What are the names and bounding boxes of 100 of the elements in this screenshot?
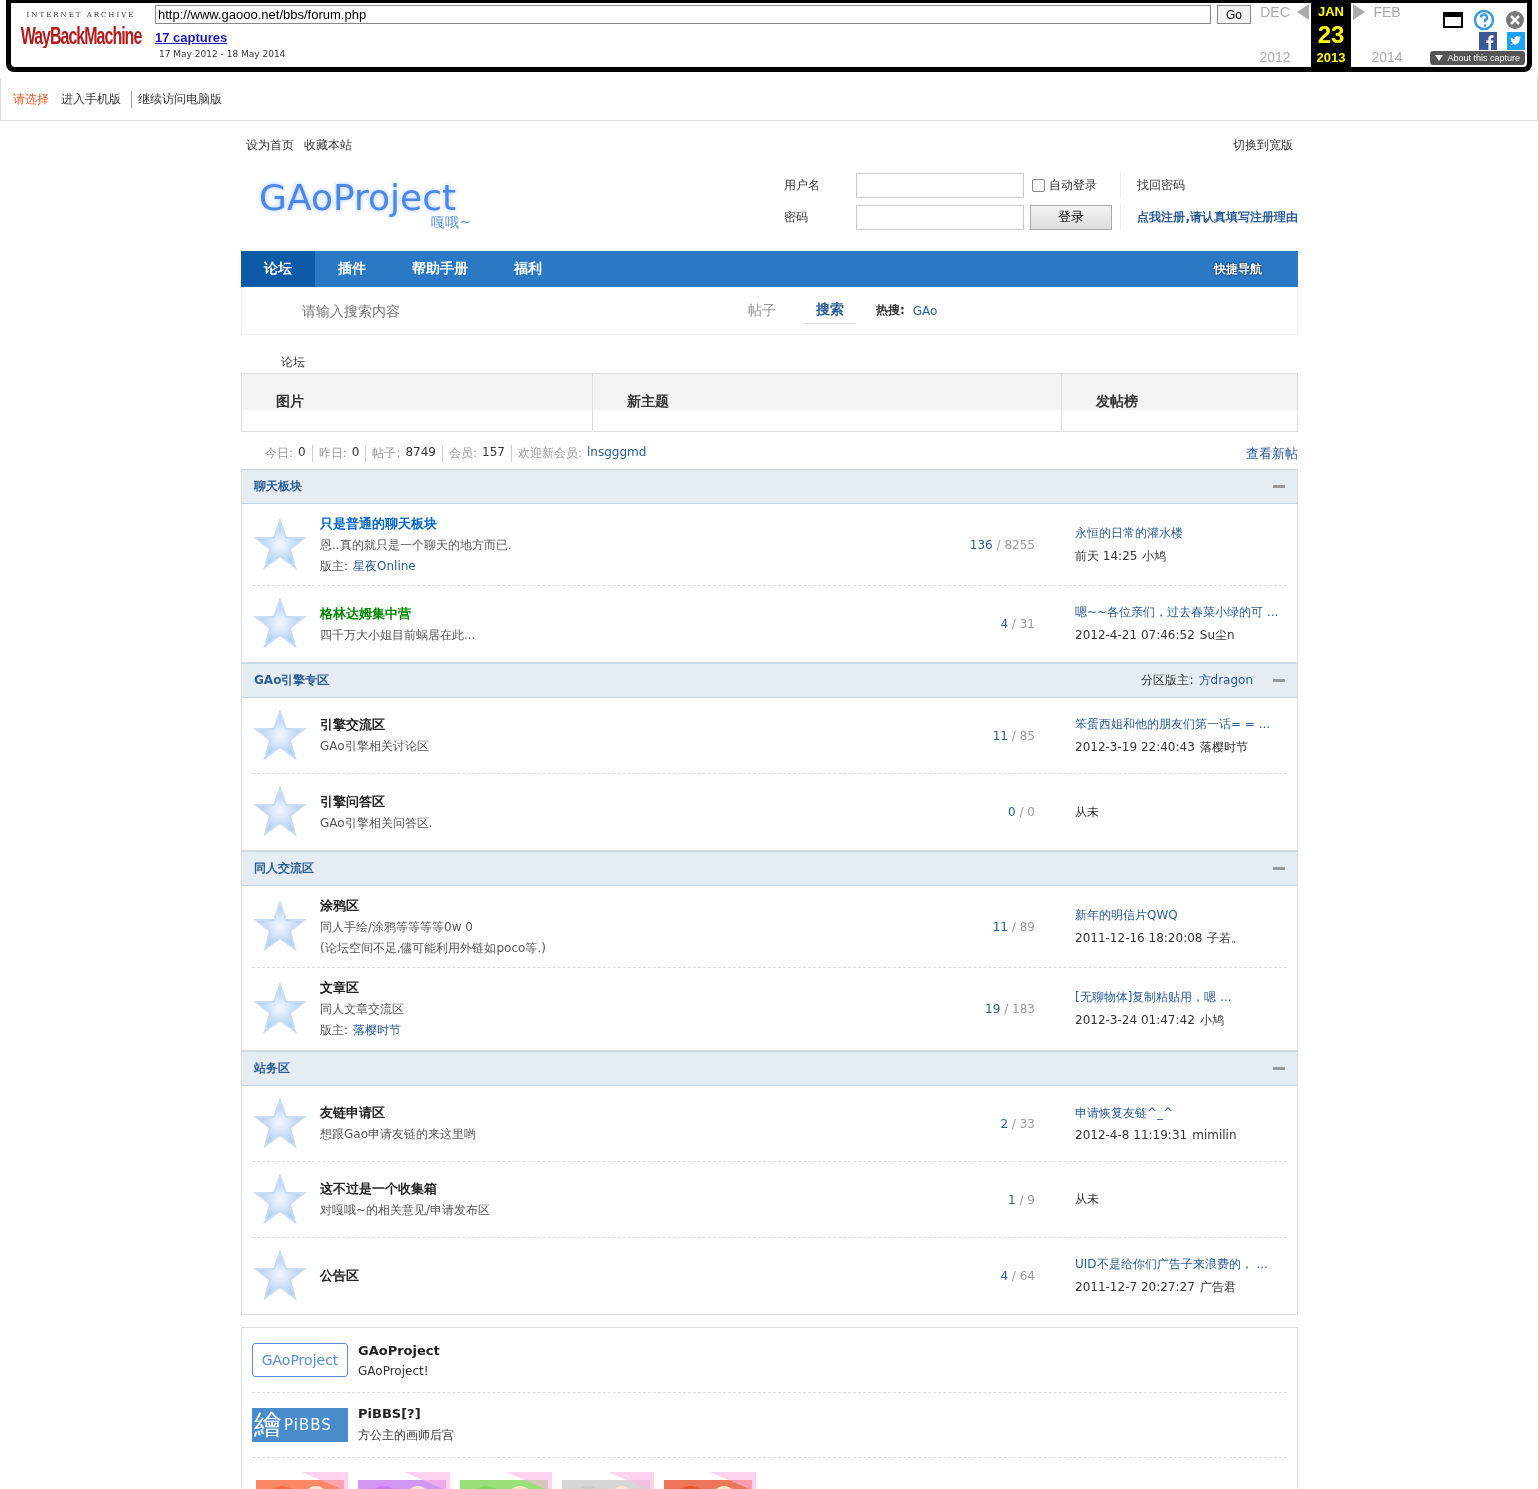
last-post-time: 2012-3-24 01:47:42 [1075, 1013, 1195, 1027]
date-range: 17 May 2012 - 18 May 2014 [159, 49, 287, 59]
panel-header: 新主题 [593, 374, 1062, 431]
star-icon [254, 709, 306, 762]
post-count: / 0 [1019, 805, 1035, 819]
register-link[interactable]: 点我注册,请认真填写注册理由 [1120, 204, 1298, 230]
stat-label: 昨日: [318, 445, 347, 462]
collapse-icon[interactable] [1273, 484, 1285, 489]
forum-description: GAo引擎相关讨论区 [320, 738, 430, 755]
password-label: 密码 [784, 208, 810, 226]
nav-tab[interactable]: 帮助手册 [389, 251, 491, 287]
forum-name[interactable]: 文章区 [320, 979, 915, 997]
top-link[interactable]: 收藏本站 [304, 137, 352, 157]
quick-nav-link[interactable]: 快捷导航 [1214, 251, 1298, 287]
member-link[interactable]: lnsgggmd [586, 445, 647, 462]
last-post-time: 2012-4-21 07:46:52 [1075, 628, 1195, 642]
forum-name[interactable]: 涂鸦区 [320, 896, 915, 915]
forum-name[interactable]: 这不过是一个收集箱 [320, 1180, 915, 1198]
last-post-link[interactable]: 申请恢复友链^_^ [1075, 1105, 1287, 1122]
view-new-link[interactable]: 查看新帖 [1246, 445, 1298, 469]
forum-name[interactable]: 公告区 [320, 1267, 915, 1285]
logo-subtitle: 嘎哦~ [431, 213, 471, 232]
thread-count: 11 [992, 728, 1008, 743]
post-count: / 33 [1011, 1116, 1035, 1131]
moderator-link[interactable]: 方dragon [1198, 672, 1253, 689]
forum-description: 恩..真的就只是一个聊天的地方而已. [320, 536, 513, 554]
facebook-icon[interactable] [1479, 32, 1497, 50]
about-capture-button[interactable]: About this capture [1430, 51, 1525, 65]
star-icon [254, 900, 306, 953]
post-count: / 89 [1011, 919, 1035, 934]
category-title[interactable]: 同人交流区 [254, 860, 314, 877]
hot-search-link[interactable]: GAo [912, 303, 938, 318]
moderator-link[interactable]: 落樱时节 [353, 1022, 402, 1039]
thread-count: 1 [1008, 1192, 1016, 1207]
stat-value: 0 [351, 445, 360, 461]
forum-name[interactable]: 引擎问答区 [320, 792, 915, 811]
last-post-link[interactable]: UID不是给你们广告子来浪费的， ... [1075, 1256, 1287, 1273]
forum-description: (论坛空间不足,儘可能利用外链如poco等.) [320, 939, 547, 957]
category-title[interactable]: GAo引擎专区 [254, 672, 330, 689]
twitter-icon[interactable] [1507, 32, 1525, 50]
nav-tab[interactable]: 论坛 [241, 251, 315, 287]
last-post-user: 小鸠 [1142, 547, 1167, 565]
forum-description: 想跟Gao申请友链的来这里哟 [320, 1126, 477, 1143]
last-post-time: 2012-4-8 11:19:31 [1075, 1128, 1188, 1142]
caret-icon [1435, 55, 1444, 61]
stat-label: 今日: [265, 445, 294, 462]
thread-count: 4 [1000, 617, 1008, 631]
last-post-link[interactable]: 永恒的日常的灌水楼 [1075, 524, 1287, 542]
forgot-password-link[interactable]: 找回密码 [1120, 172, 1298, 198]
category-title[interactable]: 聊天板块 [254, 478, 302, 495]
star-icon [254, 983, 306, 1035]
category-title[interactable]: 站务区 [254, 1060, 290, 1077]
link-name[interactable]: PiBBS[?] [358, 1406, 454, 1421]
top-link[interactable]: 设为首页 [246, 137, 294, 157]
stat-value: 8749 [405, 445, 436, 461]
wide-version-link[interactable]: 切换到宽版 [1233, 137, 1293, 157]
last-post-user: Su尘n [1199, 627, 1235, 644]
forum-name[interactable]: 格林达姆集中营 [320, 604, 915, 623]
help-icon[interactable] [1473, 9, 1495, 31]
moderator-label: 版主: [320, 557, 349, 575]
last-post-time: 2012-3-19 22:40:43 [1075, 739, 1195, 754]
forum-name[interactable]: 友链申请区 [320, 1104, 915, 1122]
last-post-link[interactable]: [无聊物体]复制粘贴用，嗯 ... [1075, 989, 1287, 1006]
version-link[interactable]: 进入手机版 [55, 90, 127, 108]
last-post-link[interactable]: 笨蛋西姐和他的朋友们第一话= = ... [1075, 715, 1287, 733]
auto-login-checkbox[interactable]: 自动登录 [1028, 176, 1121, 194]
hot-search-label: 热搜: [876, 302, 905, 319]
forum-description: 对嘎哦~的相关意见/申请发布区 [320, 1202, 492, 1219]
window-icon[interactable] [1443, 12, 1463, 28]
star-icon [254, 518, 306, 571]
captures-link[interactable]: 17 captures [155, 30, 1251, 45]
panel-header: 图片 [242, 374, 593, 431]
last-post-link[interactable]: 新年的明信片QWQ [1075, 906, 1287, 924]
logo-text: WayBackMachine [20, 22, 142, 50]
last-post-user: 子若。 [1207, 929, 1244, 947]
go-button[interactable]: Go [1217, 5, 1251, 24]
link-name[interactable]: GAoProject [358, 1342, 440, 1358]
thread-count: 11 [992, 919, 1008, 934]
last-post-link[interactable]: 嗯~~各位亲们，过去春菜小绿的可 ... [1075, 604, 1287, 621]
breadcrumb: 论坛 [281, 355, 305, 369]
collapse-icon[interactable] [1273, 678, 1285, 683]
thread-count: 4 [1000, 1269, 1008, 1283]
url-field[interactable]: http://www.gaooo.net/bbs/forum.php [155, 5, 1211, 24]
nav-tab[interactable]: 福利 [491, 251, 565, 287]
moderator-link[interactable]: 星夜Online [353, 557, 416, 575]
collapse-icon[interactable] [1273, 1066, 1285, 1071]
forum-name[interactable]: 只是普通的聊天板块 [320, 514, 915, 533]
username-field[interactable] [856, 172, 1025, 198]
password-field[interactable] [856, 204, 1025, 230]
month-label[interactable]: JAN 23 2013 [1311, 3, 1351, 67]
post-count: / 183 [1004, 1002, 1035, 1016]
thread-count: 19 [985, 1002, 1001, 1016]
last-post-user: 小鸠 [1199, 1012, 1224, 1029]
close-icon[interactable] [1505, 10, 1525, 30]
prompt-text: 请选择 [13, 90, 49, 108]
forum-name[interactable]: 引擎交流区 [320, 716, 915, 734]
version-link[interactable]: 继续访问电脑版 [131, 90, 228, 108]
collapse-icon[interactable] [1273, 866, 1285, 871]
nav-tab[interactable]: 插件 [315, 251, 389, 287]
login-button[interactable]: 登录 [1030, 204, 1113, 230]
